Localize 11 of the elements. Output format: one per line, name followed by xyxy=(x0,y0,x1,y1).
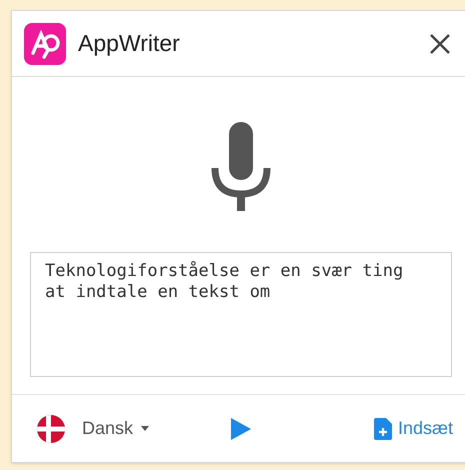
dictation-text-line: at indtale en tekst om xyxy=(45,282,272,303)
app-logo-icon xyxy=(24,22,66,64)
language-dropdown[interactable]: Dansk xyxy=(82,415,150,442)
file-plus-icon xyxy=(374,418,392,440)
denmark-flag-icon xyxy=(37,414,65,442)
caret-icon xyxy=(141,426,150,431)
insert-button[interactable]: Indsæt xyxy=(374,415,453,442)
window-title: AppWriter xyxy=(78,29,180,58)
play-button[interactable] xyxy=(229,416,254,440)
dictation-text-line: Teknologiforståelse er en svær ting xyxy=(45,261,404,282)
dictation-text-area[interactable]: Teknologiforståelse er en svær ting at indtale en tekst om xyxy=(30,252,452,377)
